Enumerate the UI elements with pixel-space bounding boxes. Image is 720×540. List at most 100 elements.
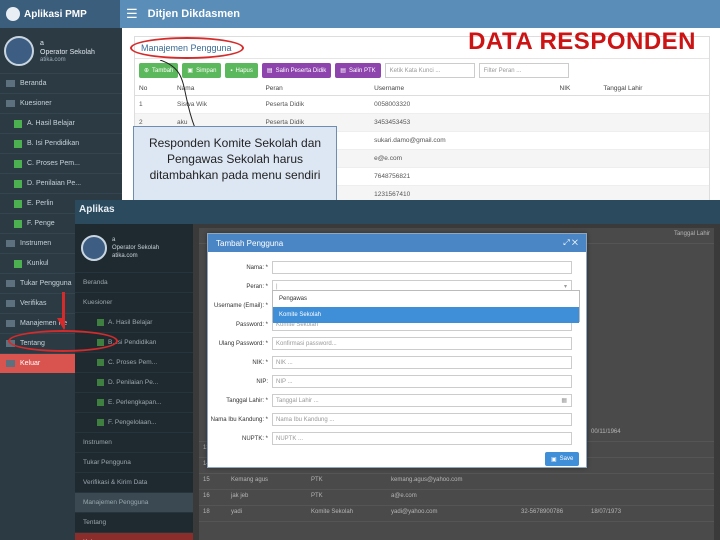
overlay-sidebar-item[interactable]: Manajemen Pengguna [75, 492, 193, 512]
form-input[interactable]: NIP ... [272, 375, 572, 388]
form-input[interactable]: Konfirmasi password... [272, 337, 572, 350]
form-label: Ulang Password: * [218, 340, 268, 347]
overlay-sidebar-label: Instrumen [83, 439, 112, 446]
table-row[interactable]: 1 Siswa Wik Peserta Didik 0058003320 [135, 95, 709, 114]
overlay-cell: 16 [203, 493, 210, 499]
column-header[interactable]: NIK [555, 82, 600, 96]
modal-controls: ⤢ ✕ [563, 238, 578, 248]
sidebar-item-label: Tukar Pengguna [20, 280, 72, 287]
form-input[interactable] [272, 261, 572, 274]
check-icon [97, 379, 104, 386]
calendar-icon[interactable]: ▦ [561, 397, 567, 404]
sidebar-item[interactable]: Kuesioner [0, 93, 122, 113]
menu-toggle-icon[interactable]: ☰ [126, 6, 138, 22]
overlay-sidebar-item[interactable]: Kuesioner [75, 292, 193, 312]
sidebar-item[interactable]: B. Isi Pendidikan [0, 133, 122, 153]
check-icon [14, 179, 22, 188]
nav-bar: ☰ Ditjen Dikdasmen [120, 0, 720, 28]
sidebar-item[interactable]: D. Penilaian Pe... [0, 173, 122, 193]
form-row: Nama Ibu Kandung: * Nama Ibu Kandung ... [208, 410, 586, 429]
check-icon [97, 419, 104, 426]
column-header[interactable]: Peran [261, 82, 371, 96]
overlay-sidebar-label: Manajemen Pengguna [83, 499, 149, 506]
overlay-sidebar-label: F. Pengelolaan... [108, 419, 157, 426]
overlay-sidebar-item[interactable]: Keluar [75, 532, 193, 540]
column-header[interactable]: Tanggal Lahir [599, 82, 709, 96]
form-label: NUPTK: * [241, 435, 268, 442]
search-input[interactable]: Ketik Kata Kunci ... [384, 63, 475, 78]
form-input[interactable]: NUPTK ... [272, 432, 572, 445]
sidebar-item-label: F. Penge [27, 220, 55, 227]
overlay-avatar [81, 235, 107, 261]
sidebar-item-label: Instrumen [20, 240, 52, 247]
column-header[interactable]: Username [370, 82, 556, 96]
overlay-cell [517, 490, 587, 505]
form-label: NIK: * [252, 359, 268, 366]
check-icon [14, 159, 22, 168]
overlay-top-bar [75, 200, 720, 224]
form-label: Peran: * [246, 283, 268, 290]
sidebar-item-label: Verifikas [20, 300, 47, 307]
overlay-cell: a@e.com [391, 493, 417, 499]
overlay-sidebar-item[interactable]: Tukar Pengguna [75, 452, 193, 472]
sidebar-item[interactable]: C. Proses Pem... [0, 153, 122, 173]
table-cell: 3453453453 [370, 113, 556, 132]
overlay-cell: 00/11/1964 [591, 429, 621, 435]
role-filter[interactable]: Filter Peran ... [478, 63, 569, 78]
table-cell [555, 149, 600, 168]
overlay-table-row: 16 jak jeb PTK a@e.com [199, 490, 714, 506]
sidebar-item[interactable]: Beranda [0, 73, 122, 93]
overlay-sidebar-item[interactable]: Verifikasi & Kirim Data [75, 472, 193, 492]
form-label: Nama: * [246, 264, 268, 271]
highlight-oval-menu [8, 330, 118, 352]
sidebar-item-label: A. Hasil Belajar [27, 120, 75, 127]
user-profile: a Operator Sekolah atika.com [0, 28, 122, 73]
nav-title: Ditjen Dikdasmen [147, 8, 240, 20]
check-icon [14, 199, 22, 208]
overlay-sidebar-item[interactable]: D. Penilaian Pe... [75, 372, 193, 392]
table-cell: 0058003320 [370, 95, 556, 114]
form-input-value: NIP ... [276, 378, 293, 385]
overlay-sidebar-item[interactable]: Tentang [75, 512, 193, 532]
delete-button[interactable]: ▪ Hapus [225, 63, 258, 78]
close-icon[interactable]: ✕ [572, 238, 578, 247]
overlay-sidebar-item[interactable]: E. Perlengkapan... [75, 392, 193, 412]
overlay-brand: Aplikas [79, 204, 115, 215]
modal-save-button[interactable]: ▣ Save [545, 452, 580, 466]
form-input[interactable]: NIK ... [272, 356, 572, 369]
sidebar-item[interactable]: A. Hasil Belajar [0, 113, 122, 133]
form-label: Tanggal Lahir: * [226, 397, 268, 404]
overlay-sidebar-item[interactable]: Beranda [75, 272, 193, 292]
dropdown-option[interactable]: Pengawas [273, 291, 579, 307]
form-row: NUPTK: * NUPTK ... [208, 429, 586, 448]
sidebar-item-label: C. Proses Pem... [27, 160, 80, 167]
overlay-sidebar-item[interactable]: Instrumen [75, 432, 193, 452]
overlay-sidebar-item[interactable]: F. Pengelolaan... [75, 412, 193, 432]
check-icon [14, 219, 22, 228]
overlay-cell: yadi@yahoo.com [391, 509, 438, 515]
app-logo-icon [6, 7, 20, 21]
overlay-sidebar-item[interactable]: C. Proses Pem... [75, 352, 193, 372]
overlay-cell: 15 [203, 477, 210, 483]
expand-icon[interactable]: ⤢ [563, 238, 569, 247]
check-icon [14, 259, 22, 268]
add-user-modal: Tambah Pengguna ⤢ ✕ Nama: * Peran: * | ▾ Use… [207, 233, 587, 468]
copy-students-button[interactable]: ▤ Salin Peserta Didik [261, 63, 332, 78]
overlay-sidebar-label: Tentang [83, 519, 107, 526]
form-row: NIK: * NIK ... [208, 353, 586, 372]
table-cell [599, 113, 709, 132]
form-input[interactable]: Nama Ibu Kandung ... [272, 413, 572, 426]
overlay-cell: PTK [311, 493, 323, 499]
copy-ptk-button[interactable]: ▤ Salin PTK [335, 63, 381, 78]
overlay-sidebar-item[interactable]: A. Hasil Belajar [75, 312, 193, 332]
form-input-value: | [276, 283, 278, 290]
overlay-cell [487, 506, 517, 521]
table-cell [555, 131, 600, 150]
overlay-profile-site: atika.com [112, 253, 138, 259]
form-row: Tanggal Lahir: * Tanggal Lahir ... ▦ [208, 391, 586, 410]
dropdown-option[interactable]: Komite Sekolah [273, 307, 579, 323]
app-brand[interactable]: Aplikasi PMP [0, 0, 120, 28]
table-cell [555, 95, 600, 114]
form-input[interactable]: Tanggal Lahir ... ▦ [272, 394, 572, 407]
table-cell [599, 131, 709, 150]
